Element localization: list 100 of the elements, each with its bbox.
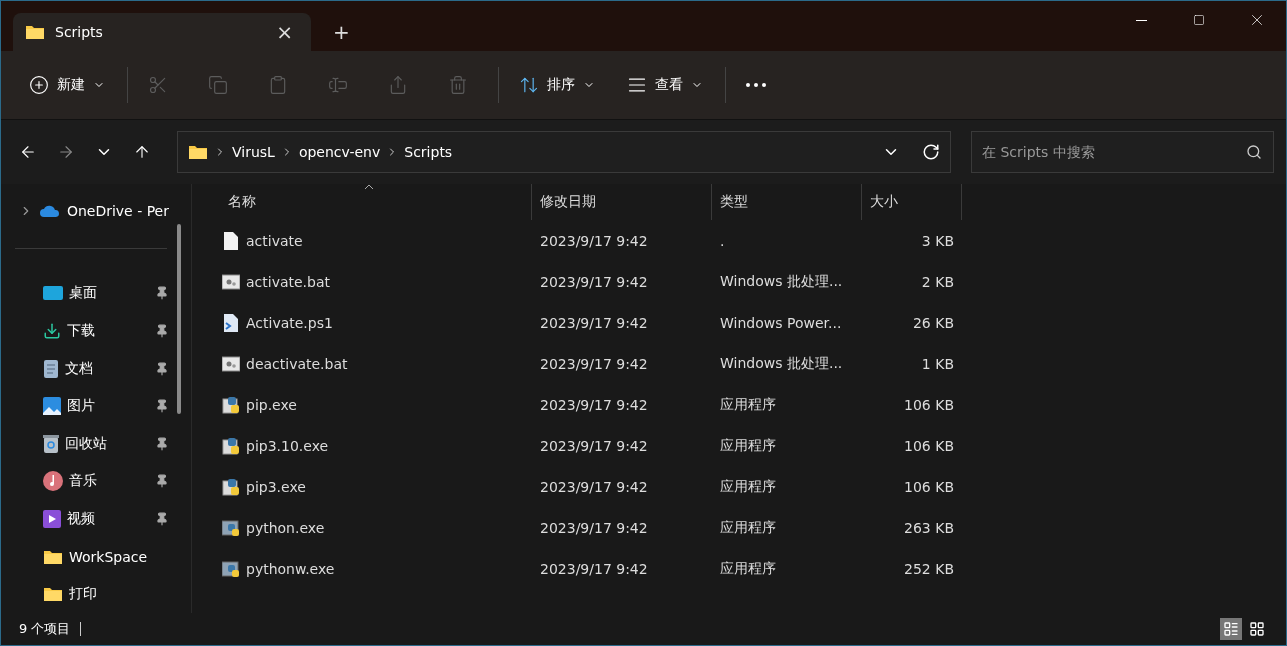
file-icon: [222, 230, 240, 251]
sidebar-item[interactable]: 打印: [1, 575, 191, 614]
breadcrumb-item[interactable]: opencv-env: [298, 144, 381, 160]
file-name[interactable]: pip3.exe: [214, 466, 532, 507]
list-icon: [1223, 621, 1239, 637]
python-box-icon: [222, 435, 240, 456]
sort-icon: [519, 75, 539, 95]
music-icon: [43, 471, 63, 492]
picture-icon: [43, 397, 61, 416]
scrollbar[interactable]: [177, 224, 181, 414]
file-name[interactable]: Activate.ps1: [214, 302, 532, 343]
gear-window-icon: [222, 353, 240, 374]
file-name[interactable]: python.exe: [214, 507, 532, 548]
gear-window-icon: [222, 271, 240, 292]
scissors-icon: [148, 75, 168, 95]
new-tab-button[interactable]: +: [327, 13, 356, 51]
file-name[interactable]: pythonw.exe: [214, 548, 532, 589]
refresh-icon[interactable]: [922, 143, 940, 161]
table-cell-text: 3 KB: [920, 231, 955, 251]
folder-icon: [43, 548, 63, 565]
table-cell-text: 2023/9/17 9:42: [539, 518, 649, 538]
rename-icon: [328, 75, 348, 95]
search-field[interactable]: 在 Scripts 中搜索: [971, 131, 1274, 173]
breadcrumb-item[interactable]: Scripts: [404, 144, 453, 160]
table-cell-text: Windows 批处理...: [719, 353, 844, 373]
python-window-icon: [222, 558, 240, 579]
python-window-icon: [222, 517, 240, 538]
table-cell-text: 2023/9/17 9:42: [539, 313, 649, 333]
sort-button[interactable]: 排序: [509, 65, 605, 105]
folder-icon: [43, 586, 63, 603]
table-cell-text: 106 KB: [903, 477, 955, 497]
clipboard-icon: [268, 75, 288, 95]
table-cell-text: .: [719, 231, 726, 251]
tab-title: Scripts: [55, 24, 104, 40]
sidebar-item[interactable]: 回收站: [1, 425, 191, 463]
file-name[interactable]: activate.bat: [214, 261, 532, 302]
file-name[interactable]: pip.exe: [214, 384, 532, 425]
item-count: 9 个项目: [19, 620, 71, 638]
table-cell-text: 106 KB: [903, 395, 955, 415]
sidebar-item[interactable]: 文档: [1, 349, 191, 388]
table-cell-text: 应用程序: [719, 394, 777, 414]
table-cell-text: 252 KB: [903, 559, 955, 579]
table-cell-text: 26 KB: [911, 313, 955, 333]
cloud-icon: [38, 203, 61, 218]
search-icon: [1246, 144, 1262, 160]
table-cell-text: 2 KB: [920, 272, 955, 292]
sidebar-item[interactable]: OneDrive - Per: [1, 192, 191, 230]
file-name[interactable]: activate: [214, 220, 532, 261]
folder-icon: [188, 144, 208, 160]
column-header[interactable]: 名称: [214, 184, 532, 220]
more-icon: [746, 83, 766, 87]
desktop-icon: [43, 285, 63, 302]
table-cell-text: 应用程序: [719, 517, 777, 537]
script-file-icon: [222, 312, 240, 333]
table-cell-text: Windows Power...: [719, 313, 843, 333]
table-cell-text: Windows 批处理...: [719, 271, 844, 291]
table-cell-text: 2023/9/17 9:42: [539, 477, 649, 497]
breadcrumb-item[interactable]: VirusL: [232, 144, 275, 160]
table-cell-text: 106 KB: [903, 436, 955, 456]
table-cell-text: 应用程序: [719, 558, 777, 578]
grid-icon: [1249, 621, 1265, 637]
sidebar-item[interactable]: 图片: [1, 387, 191, 425]
folder-icon: [25, 24, 45, 40]
sidebar-item[interactable]: 音乐: [1, 462, 191, 501]
details-view-button[interactable]: [1220, 618, 1242, 640]
minimize-icon: [1135, 19, 1147, 21]
sidebar-item[interactable]: 桌面: [1, 274, 191, 313]
python-box-icon: [222, 394, 240, 415]
file-name[interactable]: pip3.10.exe: [214, 425, 532, 466]
tab[interactable]: Scripts ×: [13, 13, 311, 51]
close-tab-button[interactable]: ×: [270, 20, 299, 44]
column-header[interactable]: 大小: [862, 184, 962, 220]
copy-icon: [208, 75, 228, 95]
recycle-bin-icon: [43, 434, 59, 453]
table-cell-text: 2023/9/17 9:42: [539, 272, 649, 292]
python-box-icon: [222, 476, 240, 497]
sidebar-item[interactable]: 下载: [1, 312, 191, 350]
table-cell-text: 2023/9/17 9:42: [539, 559, 649, 579]
table-cell-text: 263 KB: [903, 518, 955, 538]
sidebar-item[interactable]: WorkSpace: [1, 537, 191, 576]
maximize-icon: [1193, 14, 1205, 26]
share-icon: [388, 75, 408, 95]
table-cell-text: 应用程序: [719, 435, 777, 455]
file-name[interactable]: deactivate.bat: [214, 343, 532, 384]
video-icon: [43, 510, 61, 528]
table-cell-text: 2023/9/17 9:42: [539, 354, 649, 374]
address-bar[interactable]: VirusL opencv-env Scripts: [177, 131, 951, 173]
table-cell-text: 2023/9/17 9:42: [539, 395, 649, 415]
download-icon: [43, 321, 61, 340]
view-button[interactable]: 查看: [617, 65, 713, 105]
new-button[interactable]: 新建: [19, 65, 115, 105]
column-header[interactable]: 类型: [712, 184, 862, 220]
document-icon: [43, 359, 59, 378]
sort-caret-icon: [364, 184, 374, 190]
table-cell-text: 应用程序: [719, 476, 777, 496]
plus-icon: [29, 75, 49, 95]
sidebar-item[interactable]: 视频: [1, 500, 191, 538]
trash-icon: [448, 75, 468, 95]
column-header[interactable]: 修改日期: [532, 184, 712, 220]
table-cell-text: 1 KB: [920, 354, 955, 374]
